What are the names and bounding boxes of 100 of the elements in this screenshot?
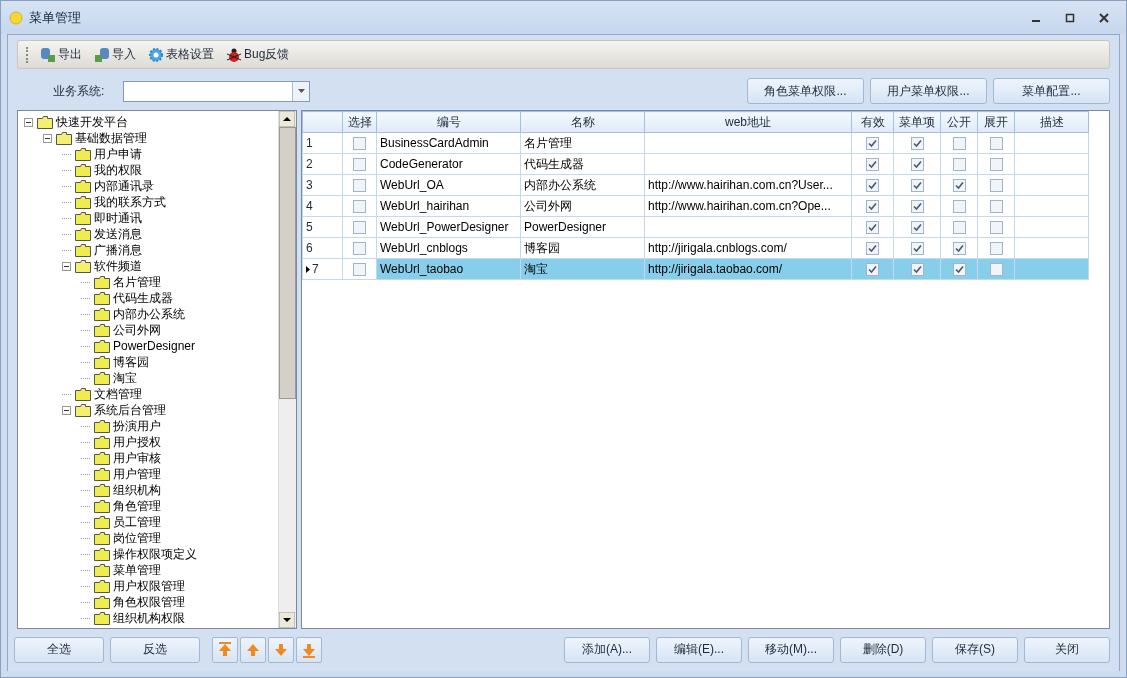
checkbox[interactable] — [866, 242, 879, 256]
checkbox[interactable] — [866, 263, 879, 277]
checkbox[interactable] — [989, 200, 1003, 214]
column-header[interactable]: web地址 — [644, 111, 852, 133]
checkbox[interactable] — [952, 200, 966, 214]
tree-item[interactable]: 代码生成器 — [113, 289, 173, 307]
action-button[interactable]: 保存(S) — [932, 636, 1018, 663]
tree-item[interactable]: 操作权限项定义 — [113, 545, 197, 563]
checkbox[interactable] — [866, 158, 879, 172]
checkbox[interactable] — [866, 221, 879, 235]
tree-item[interactable]: 名片管理 — [113, 273, 161, 291]
toolbar-button[interactable]: 表格设置 — [146, 44, 216, 65]
scrollbar[interactable] — [278, 111, 296, 628]
tree-item[interactable]: 岗位管理 — [113, 529, 161, 547]
tree-item[interactable]: 用户申请 — [94, 145, 142, 163]
column-header[interactable]: 描述 — [1014, 111, 1089, 133]
checkbox[interactable] — [353, 158, 366, 172]
column-header[interactable]: 展开 — [977, 111, 1015, 133]
tree-item[interactable]: 文档管理 — [94, 385, 142, 403]
action-button[interactable]: 删除(D) — [840, 636, 926, 663]
tree-item[interactable]: 即时通讯 — [94, 209, 142, 227]
collapse-icon[interactable] — [62, 405, 71, 415]
collapse-icon[interactable] — [62, 261, 71, 271]
checkbox[interactable] — [910, 137, 924, 151]
toolbar-button[interactable]: Bug反馈 — [224, 44, 292, 65]
action-button[interactable]: 关闭 — [1024, 636, 1110, 663]
column-header[interactable]: 编号 — [376, 111, 521, 133]
checkbox[interactable] — [910, 200, 924, 214]
tree-item[interactable]: 我的联系方式 — [94, 193, 166, 211]
checkbox[interactable] — [910, 242, 924, 256]
tree-item[interactable]: 组织机构权限 — [113, 609, 185, 627]
column-header[interactable]: 有效 — [851, 111, 894, 133]
checkbox[interactable] — [989, 263, 1003, 277]
checkbox[interactable] — [989, 221, 1003, 235]
collapse-icon[interactable] — [43, 133, 52, 143]
tree-item[interactable]: 内部办公系统 — [113, 305, 185, 323]
tree-item[interactable]: 用户授权 — [113, 433, 161, 451]
tree-item[interactable]: 组织机构 — [113, 481, 161, 499]
checkbox[interactable] — [989, 179, 1003, 193]
table-row[interactable]: 2 CodeGenerator 代码生成器 — [302, 153, 1089, 175]
tree-item[interactable]: 快速开发平台 — [56, 113, 128, 131]
tree-item[interactable]: 角色管理 — [113, 497, 161, 515]
tree-item[interactable]: 基础数据管理 — [75, 129, 147, 147]
checkbox[interactable] — [952, 158, 966, 172]
table-row[interactable]: 1 BusinessCardAdmin 名片管理 — [302, 132, 1089, 154]
checkbox[interactable] — [353, 200, 366, 214]
tree-item[interactable]: 角色权限管理 — [113, 593, 185, 611]
checkbox[interactable] — [952, 263, 966, 277]
checkbox[interactable] — [910, 158, 924, 172]
restore-icon[interactable] — [1064, 11, 1076, 24]
checkbox[interactable] — [353, 179, 366, 193]
collapse-icon[interactable] — [24, 117, 33, 127]
select-button[interactable]: 反选 — [110, 636, 200, 663]
column-header[interactable]: 公开 — [940, 111, 978, 133]
checkbox[interactable] — [910, 221, 924, 235]
permission-button[interactable]: 菜单配置... — [993, 78, 1110, 104]
tree-item[interactable]: 系统后台管理 — [94, 401, 166, 419]
scroll-down-icon[interactable] — [279, 612, 295, 628]
table-row[interactable]: 6 WebUrl_cnblogs 博客园 http://jirigala.cnblogs.com/ — [302, 237, 1089, 259]
checkbox[interactable] — [989, 137, 1003, 151]
checkbox[interactable] — [866, 179, 879, 193]
toolbar-button[interactable]: 导出 — [38, 44, 84, 65]
column-header[interactable]: 选择 — [342, 111, 377, 133]
tree-item[interactable]: 公司外网 — [113, 321, 161, 339]
table-row[interactable]: 3 WebUrl_OA 内部办公系统 http://www.hairihan.com.cn?User... — [302, 174, 1089, 196]
action-button[interactable]: 移动(M)... — [748, 636, 834, 663]
scroll-up-icon[interactable] — [279, 111, 295, 127]
tree-item[interactable]: 菜单管理 — [113, 561, 161, 579]
checkbox[interactable] — [866, 137, 879, 151]
checkbox[interactable] — [353, 263, 366, 277]
checkbox[interactable] — [952, 221, 966, 235]
column-header[interactable]: 菜单项 — [893, 111, 941, 133]
checkbox[interactable] — [353, 242, 366, 256]
tree-item[interactable]: 用户管理 — [113, 465, 161, 483]
permission-button[interactable]: 用户菜单权限... — [870, 78, 987, 104]
tree-item[interactable]: 博客园 — [113, 353, 149, 371]
tree-item[interactable]: 发送消息 — [94, 225, 142, 243]
close-icon[interactable] — [1098, 11, 1110, 24]
checkbox[interactable] — [353, 137, 366, 151]
checkbox[interactable] — [952, 137, 966, 151]
business-system-dropdown[interactable] — [123, 80, 310, 102]
tree-item[interactable]: 我的权限 — [94, 161, 142, 179]
tree-item[interactable]: 扮演用户 — [113, 417, 161, 435]
tree-item[interactable]: 用户权限管理 — [113, 577, 185, 595]
checkbox[interactable] — [952, 179, 966, 193]
permission-button[interactable]: 角色菜单权限... — [747, 78, 864, 104]
select-button[interactable]: 全选 — [14, 636, 104, 663]
checkbox[interactable] — [353, 221, 366, 235]
checkbox[interactable] — [866, 200, 879, 214]
tree-item[interactable]: 软件频道 — [94, 257, 142, 275]
checkbox[interactable] — [989, 242, 1003, 256]
column-header[interactable]: 名称 — [520, 111, 645, 133]
checkbox[interactable] — [989, 158, 1003, 172]
action-button[interactable]: 编辑(E)... — [656, 636, 742, 663]
table-row[interactable]: 7 WebUrl_taobao 淘宝 http://jirigala.taobao.com/ — [302, 258, 1089, 280]
tree-item[interactable]: 用户审核 — [113, 449, 161, 467]
tree-item[interactable]: 内部通讯录 — [94, 177, 154, 195]
tree-item[interactable]: PowerDesigner — [113, 339, 196, 353]
table-row[interactable]: 4 WebUrl_hairihan 公司外网 http://www.hairihan.com.cn?Ope... — [302, 195, 1089, 217]
checkbox[interactable] — [910, 179, 924, 193]
